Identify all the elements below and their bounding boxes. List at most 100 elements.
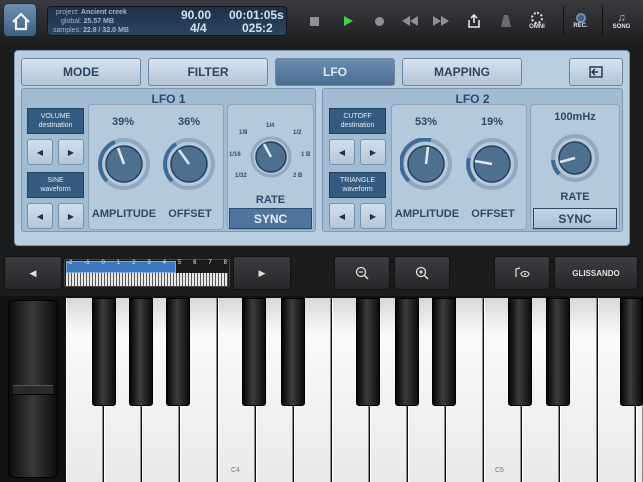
- triangle-left-icon: ◀: [29, 267, 37, 278]
- view-notes-button[interactable]: [494, 256, 550, 290]
- metronome-button[interactable]: [495, 6, 517, 36]
- zoom-out-icon: [355, 266, 369, 280]
- lfo2-destination-next-button[interactable]: ▶: [360, 139, 386, 165]
- music-note-icon: ♫: [617, 11, 626, 24]
- black-key[interactable]: [129, 298, 153, 406]
- omni-button[interactable]: OMNI: [520, 6, 554, 36]
- song-label: SONG: [612, 23, 631, 30]
- stop-icon: [309, 16, 319, 26]
- zoom-in-icon: [415, 266, 429, 280]
- lfo2-destination-caption: destination: [340, 122, 375, 129]
- rec-button[interactable]: REC.: [563, 6, 597, 36]
- home-icon: [12, 12, 30, 31]
- tempo-value[interactable]: 90.00: [181, 8, 211, 22]
- lfo2-amplitude-label: AMPLITUDE: [394, 208, 460, 220]
- global-label: global:: [61, 18, 82, 25]
- lfo2-waveform-caption: waveform: [342, 186, 373, 193]
- record-button[interactable]: [368, 6, 390, 36]
- lfo2-offset-knob[interactable]: [466, 138, 518, 190]
- triangle-right-icon: ▶: [369, 147, 377, 157]
- omni-label: OMNI: [529, 24, 545, 30]
- rec-icon: [575, 13, 586, 23]
- lfo1-waveform-caption: waveform: [40, 186, 71, 193]
- lfo1-waveform-prev-button[interactable]: ◀: [27, 203, 53, 229]
- keyboard-overview[interactable]: -2 -1 0 1 2 3 4 5 6 7 8: [64, 259, 230, 287]
- tab-mapping[interactable]: MAPPING: [402, 58, 522, 86]
- black-key[interactable]: [242, 298, 266, 406]
- loop-button[interactable]: [463, 6, 485, 36]
- play-button[interactable]: [337, 6, 359, 36]
- export-icon: [468, 13, 480, 28]
- lfo1-sync-button[interactable]: SYNC: [229, 208, 312, 229]
- lfo1-amplitude-knob[interactable]: [98, 138, 150, 190]
- lfo2-waveform-display: TRIANGLE waveform: [329, 172, 386, 198]
- pitch-wheel-handle[interactable]: [13, 385, 53, 395]
- black-key[interactable]: [92, 298, 116, 406]
- lfo1-destination-next-button[interactable]: ▶: [58, 139, 84, 165]
- black-key[interactable]: [432, 298, 456, 406]
- zoom-in-button[interactable]: [394, 256, 450, 290]
- lfo2-offset-value: 19%: [480, 116, 504, 128]
- play-icon: [344, 16, 353, 26]
- black-key[interactable]: [620, 298, 643, 406]
- black-key[interactable]: [508, 298, 532, 406]
- omni-icon: [531, 12, 543, 24]
- record-dot-icon: [374, 16, 384, 26]
- zoom-out-button[interactable]: [334, 256, 390, 290]
- triangle-left-icon: ◀: [338, 211, 346, 221]
- note-eye-icon: [515, 267, 530, 278]
- black-key[interactable]: [356, 298, 380, 406]
- rate-tick: 2 B: [293, 173, 303, 179]
- lfo2-rate-knob[interactable]: [551, 134, 599, 182]
- octave-label: 0: [101, 260, 105, 266]
- octave-label: 1: [116, 260, 121, 266]
- glissando-button[interactable]: GLISSANDO: [554, 256, 638, 290]
- rate-tick: 1/16: [229, 152, 241, 158]
- tab-lfo[interactable]: LFO: [275, 58, 395, 86]
- lfo1-waveform-next-button[interactable]: ▶: [58, 203, 84, 229]
- status-display: project: Ancient creek global: 25.57 MB …: [47, 6, 287, 36]
- octave-label: 2: [132, 260, 136, 266]
- black-key[interactable]: [281, 298, 305, 406]
- rewind-button[interactable]: [399, 6, 421, 36]
- c4-label: C4: [231, 467, 240, 474]
- octave-label: 4: [162, 260, 166, 266]
- lfo2-waveform-prev-button[interactable]: ◀: [329, 203, 355, 229]
- octave-labels: -2 -1 0 1 2 3 4 5 6 7 8: [67, 260, 227, 266]
- project-line: project: Ancient creek: [56, 9, 127, 16]
- rate-tick: 1/8: [239, 130, 248, 136]
- lfo2-destination-prev-button[interactable]: ◀: [329, 139, 355, 165]
- lfo1-offset-knob[interactable]: [163, 138, 215, 190]
- black-key[interactable]: [166, 298, 190, 406]
- lfo2-sync-button[interactable]: SYNC: [533, 208, 617, 229]
- lfo2-amplitude-knob[interactable]: [400, 138, 452, 190]
- home-button[interactable]: [3, 3, 37, 37]
- forward-button[interactable]: [430, 6, 452, 36]
- lfo2-waveform-value: TRIANGLE: [339, 177, 375, 184]
- back-button[interactable]: [569, 58, 623, 86]
- lfo1-rate-knob[interactable]: [250, 136, 292, 178]
- black-key[interactable]: [546, 298, 570, 406]
- forward-icon: [433, 16, 449, 26]
- song-button[interactable]: ♫ SONG: [602, 6, 640, 36]
- rec-label: REC.: [573, 23, 588, 29]
- rate-tick: 1/2: [293, 130, 302, 136]
- octave-label: 8: [223, 260, 227, 266]
- time-signature[interactable]: 4/4: [190, 21, 207, 35]
- tab-mode[interactable]: MODE: [21, 58, 141, 86]
- tab-filter[interactable]: FILTER: [148, 58, 268, 86]
- lfo1-waveform-display: SINE waveform: [27, 172, 84, 198]
- black-key[interactable]: [395, 298, 419, 406]
- pitch-wheel[interactable]: [8, 300, 58, 478]
- mini-keys: [66, 273, 228, 286]
- rate-tick: 1/4: [266, 123, 275, 129]
- global-line: global: 25.57 MB: [61, 18, 114, 25]
- octave-up-button[interactable]: ▶: [233, 256, 291, 290]
- rate-tick: 1 B: [301, 152, 311, 158]
- lfo1-destination-prev-button[interactable]: ◀: [27, 139, 53, 165]
- time-display: 00:01:05s: [229, 8, 284, 22]
- stop-button[interactable]: [303, 6, 325, 36]
- samples-line: samples: 22.8 / 32.0 MB: [53, 27, 129, 34]
- octave-down-button[interactable]: ◀: [4, 256, 62, 290]
- lfo2-waveform-next-button[interactable]: ▶: [360, 203, 386, 229]
